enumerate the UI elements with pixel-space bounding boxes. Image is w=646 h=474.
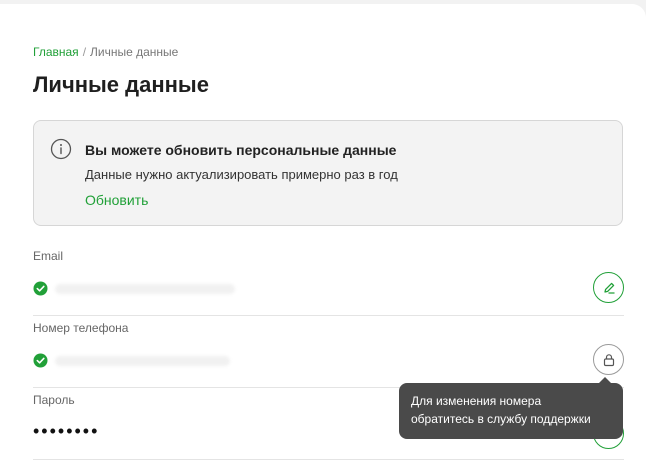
password-masked-value: •••••••• — [33, 421, 100, 441]
email-label: Email — [33, 249, 64, 263]
breadcrumb-separator: / — [82, 45, 87, 59]
breadcrumb-home-link[interactable]: Главная — [33, 45, 79, 59]
phone-field-row: Номер телефона — [33, 316, 624, 388]
phone-locked-button[interactable] — [593, 344, 624, 375]
notice-title: Вы можете обновить персональные данные — [85, 142, 397, 158]
edit-email-button[interactable] — [593, 272, 624, 303]
check-circle-icon — [33, 281, 48, 296]
breadcrumb: Главная / Личные данные — [33, 45, 178, 59]
personal-data-card: Главная / Личные данные Личные данные Вы м… — [0, 4, 646, 474]
phone-change-tooltip: Для изменения номера обратитесь в службу… — [399, 377, 623, 439]
tooltip-line-2: обратитесь в службу поддержки — [411, 412, 591, 426]
phone-label: Номер телефона — [33, 321, 129, 335]
check-circle-icon — [33, 353, 48, 368]
breadcrumb-current: Личные данные — [90, 45, 179, 59]
email-masked-value — [55, 284, 235, 294]
notice-text: Данные нужно актуализировать примерно ра… — [85, 167, 398, 182]
tooltip-arrow — [599, 377, 611, 383]
update-notice: Вы можете обновить персональные данные Д… — [33, 120, 623, 226]
tooltip-line-1: Для изменения номера — [411, 394, 542, 408]
email-field-row: Email — [33, 244, 624, 316]
lock-icon — [603, 353, 614, 366]
info-icon — [50, 138, 72, 160]
password-label: Пароль — [33, 393, 75, 407]
page-title: Личные данные — [33, 72, 209, 97]
pencil-icon — [603, 282, 615, 294]
update-link[interactable]: Обновить — [85, 192, 148, 208]
phone-masked-value — [55, 356, 230, 366]
